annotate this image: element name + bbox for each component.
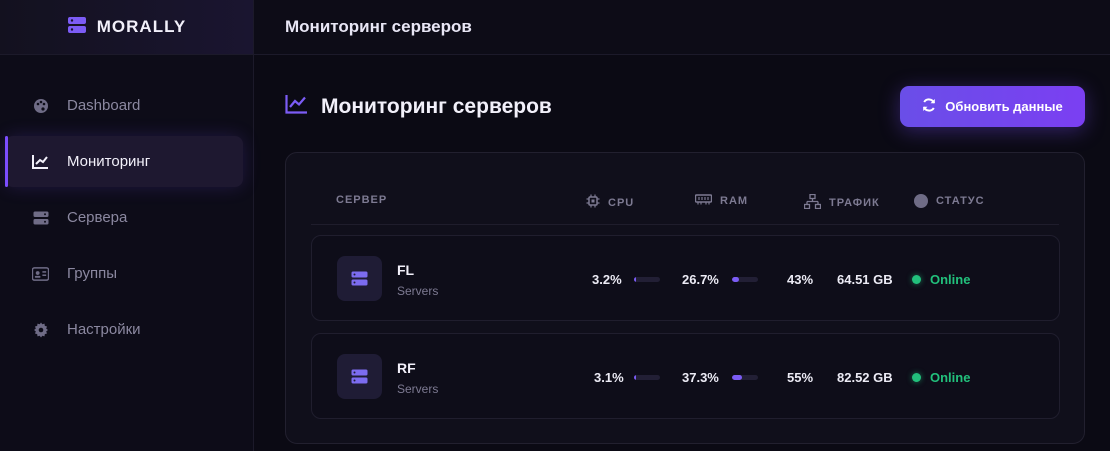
- sidebar-item-label: Dashboard: [67, 97, 141, 114]
- palette-icon: [32, 97, 49, 114]
- online-dot-icon: [912, 373, 921, 382]
- header-ram[interactable]: RAM: [694, 194, 749, 208]
- header-server[interactable]: СЕРВЕР: [336, 194, 387, 206]
- ram-value: 37.3%: [682, 370, 719, 385]
- sidebar: MORALLY Dashboard Мониторинг Сервера Гру…: [0, 0, 254, 451]
- sidebar-item-label: Мониторинг: [67, 153, 151, 170]
- chart-line-icon: [32, 153, 49, 170]
- topbar-title: Мониторинг серверов: [285, 17, 472, 36]
- sidebar-item-label: Группы: [67, 265, 117, 282]
- server-stack-icon: [67, 16, 87, 39]
- traffic-value: 64.51 GB: [837, 272, 893, 287]
- header-traffic-label: ТРАФИК: [829, 197, 880, 209]
- gear-icon: [32, 321, 49, 338]
- servers-table: СЕРВЕР CPU RAM ТРАФИК СТАТУС FL Servers …: [285, 152, 1085, 444]
- table-row[interactable]: FL Servers 3.2% 26.7% 43% 64.51 GB Onlin…: [311, 235, 1060, 321]
- online-dot-icon: [912, 275, 921, 284]
- refresh-icon: [922, 98, 936, 115]
- status-circle-icon: [914, 194, 928, 208]
- traffic-value: 82.52 GB: [837, 370, 893, 385]
- sidebar-item-settings[interactable]: Настройки: [5, 304, 243, 355]
- ram-bar: [732, 375, 758, 380]
- sidebar-nav: Dashboard Мониторинг Сервера Группы Наст…: [0, 55, 253, 355]
- brand[interactable]: MORALLY: [0, 0, 253, 55]
- topbar: Мониторинг серверов: [254, 0, 1110, 55]
- header-status[interactable]: СТАТУС: [914, 194, 985, 208]
- sidebar-item-monitoring[interactable]: Мониторинг: [5, 136, 243, 187]
- header-traffic[interactable]: ТРАФИК: [803, 193, 880, 212]
- network-icon: [803, 193, 822, 212]
- header-server-label: СЕРВЕР: [336, 194, 388, 206]
- sidebar-item-groups[interactable]: Группы: [5, 248, 243, 299]
- chart-line-icon: [285, 94, 308, 119]
- server-name: RF: [397, 360, 416, 376]
- server-group: Servers: [397, 284, 439, 298]
- page-title: Мониторинг серверов: [321, 94, 552, 118]
- ram-value: 26.7%: [682, 272, 719, 287]
- page-header: Мониторинг серверов: [285, 94, 552, 119]
- brand-name: MORALLY: [96, 17, 187, 36]
- cpu-value: 3.1%: [594, 370, 624, 385]
- cpu-bar-fill: [634, 375, 637, 380]
- refresh-button-label: Обновить данные: [945, 99, 1063, 114]
- cpu-bar: [634, 375, 660, 380]
- table-header: СЕРВЕР CPU RAM ТРАФИК СТАТУС: [311, 153, 1059, 225]
- status-label: Online: [930, 272, 971, 287]
- header-cpu-label: CPU: [608, 196, 635, 209]
- sidebar-item-label: Настройки: [67, 321, 141, 338]
- table-row[interactable]: RF Servers 3.1% 37.3% 55% 82.52 GB Onlin…: [311, 333, 1060, 419]
- server-name: FL: [397, 262, 415, 278]
- sidebar-item-servers[interactable]: Сервера: [5, 192, 243, 243]
- ram-bar-fill: [732, 375, 742, 380]
- traffic-percent: 55%: [787, 370, 814, 385]
- traffic-percent: 43%: [787, 272, 814, 287]
- server-icon: [337, 354, 382, 399]
- cpu-bar-fill: [634, 277, 637, 282]
- memory-icon: [694, 194, 713, 208]
- status-badge: Online: [912, 272, 970, 287]
- server-group: Servers: [397, 382, 439, 396]
- server-icon: [337, 256, 382, 301]
- status-label: Online: [930, 370, 971, 385]
- sidebar-item-dashboard[interactable]: Dashboard: [5, 80, 243, 131]
- status-badge: Online: [912, 370, 970, 385]
- cpu-bar: [634, 277, 660, 282]
- main-content: Мониторинг серверов Обновить данные СЕРВ…: [254, 56, 1110, 451]
- cpu-icon: [586, 194, 600, 211]
- refresh-button[interactable]: Обновить данные: [900, 86, 1085, 127]
- id-card-icon: [32, 265, 49, 282]
- cpu-value: 3.2%: [592, 272, 622, 287]
- sidebar-item-label: Сервера: [67, 209, 128, 226]
- ram-bar: [732, 277, 758, 282]
- header-ram-label: RAM: [720, 195, 749, 207]
- header-status-label: СТАТУС: [936, 195, 985, 207]
- header-cpu[interactable]: CPU: [586, 194, 634, 211]
- server-icon: [32, 209, 49, 226]
- ram-bar-fill: [732, 277, 739, 282]
